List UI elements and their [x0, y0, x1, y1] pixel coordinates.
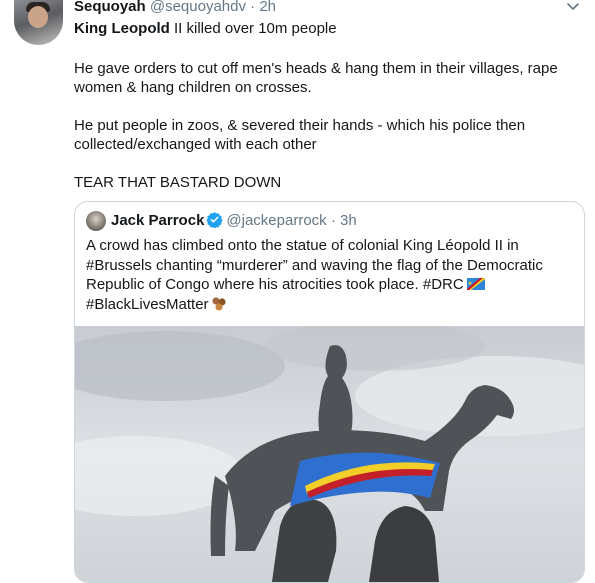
author-handle[interactable]: @sequoyahdv — [150, 0, 246, 15]
quoted-tweet-text: A crowd has climbed onto the statue of c… — [86, 236, 543, 314]
raised-fist-emoji — [211, 296, 226, 311]
tweet-paragraph-2-line-2: women & hang children on crosses. — [74, 79, 312, 96]
quoted-author-handle[interactable]: @jackeparrock — [226, 212, 326, 229]
tweet-paragraph-3-line-1: He put people in zoos, & severed their h… — [74, 117, 526, 134]
quoted-tweet-card[interactable]: Jack Parrock @jackeparrock · 3h A crowd h… — [74, 201, 585, 583]
quoted-tweet-header: Jack Parrock @jackeparrock · 3h — [111, 211, 357, 230]
tweet-paragraph-3-line-2: collected/exchanged with each other — [74, 136, 317, 153]
tweet-paragraph-2: He gave orders to cut off men's heads & … — [74, 59, 558, 97]
chevron-down-icon[interactable] — [566, 1, 580, 13]
tweet-paragraph-2-line-1: He gave orders to cut off men's heads & … — [74, 60, 558, 77]
separator-dot: · — [250, 0, 256, 15]
author-name[interactable]: Sequoyah — [74, 0, 146, 15]
quoted-text-line-4-wrap: #BlackLivesMatter — [86, 295, 543, 315]
tweet-time[interactable]: 2h — [259, 0, 276, 15]
quoted-tweet-media-image[interactable] — [75, 326, 584, 582]
quoted-text-line-3: Republic of Congo where his atrocities t… — [86, 276, 464, 293]
quoted-text-line-1: A crowd has climbed onto the statue of c… — [86, 237, 519, 254]
quoted-tweet-time[interactable]: 3h — [340, 212, 357, 229]
quoted-text-line-2: #Brussels chanting “murderer” and waving… — [86, 256, 543, 274]
quoted-author-name[interactable]: Jack Parrock — [111, 212, 204, 229]
quoted-text-line-4: #BlackLivesMatter — [86, 295, 209, 313]
quoted-text-line-3-wrap: Republic of Congo where his atrocities t… — [86, 275, 543, 295]
verified-badge-icon — [206, 212, 224, 228]
tweet-text-line-1: King Leopold II killed over 10m people — [74, 19, 337, 38]
tweet-paragraph-3: He put people in zoos, & severed their h… — [74, 116, 525, 154]
quoted-separator-dot: · — [330, 212, 336, 229]
drc-flag-emoji — [466, 278, 485, 290]
author-avatar[interactable] — [14, 0, 63, 45]
tweet-header: Sequoyah @sequoyahdv · 2h — [74, 0, 276, 16]
tweet-text-bold: King Leopold — [74, 20, 170, 37]
tweet-paragraph-4: TEAR THAT BASTARD DOWN — [74, 174, 282, 191]
quoted-author-avatar[interactable] — [86, 211, 106, 231]
tweet-text-rest: II killed over 10m people — [169, 20, 337, 37]
